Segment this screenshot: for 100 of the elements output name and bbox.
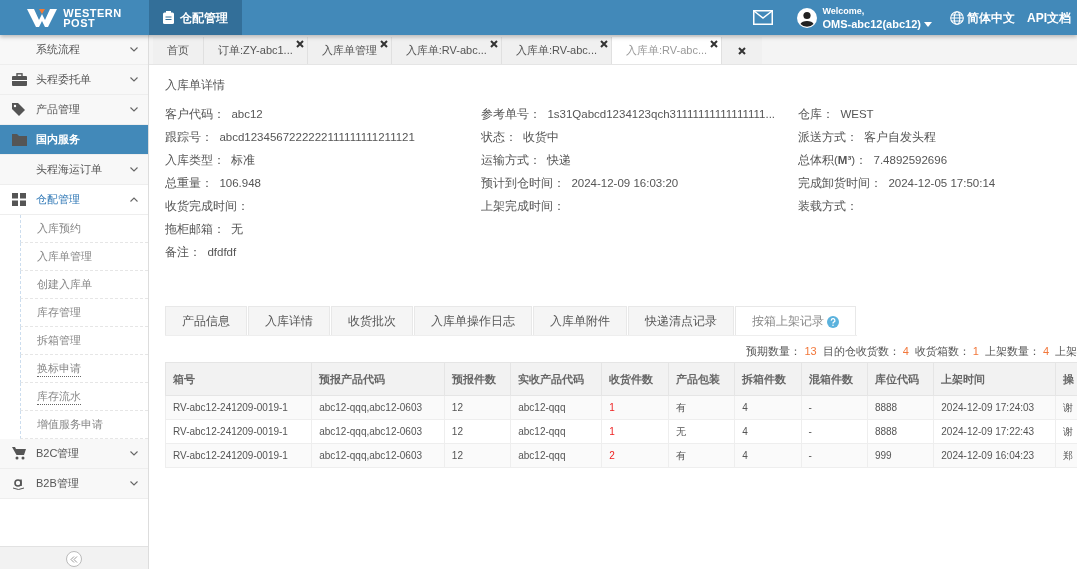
page-tab[interactable]: 入库单:RV-abc...	[501, 37, 612, 64]
sidebar-item[interactable]: 头程海运订单	[0, 155, 148, 185]
detail-field: 总重量： 106.948	[165, 175, 261, 193]
chevron-down-icon	[130, 47, 138, 52]
column-header: 实收产品代码	[510, 362, 602, 396]
submenu-item[interactable]: 库存管理	[37, 304, 81, 321]
globe-icon	[950, 10, 964, 25]
section-tab[interactable]: 产品信息	[165, 306, 247, 336]
cart-icon	[12, 447, 26, 460]
submenu-item[interactable]: 创建入库单	[37, 276, 92, 293]
double-chevron-left-icon	[70, 555, 78, 563]
detail-field: 备注： dfdfdf	[165, 244, 237, 262]
sidebar-item[interactable]: 系统流程	[0, 35, 148, 65]
column-header: 混箱件数	[801, 362, 868, 396]
sidebar-item[interactable]: B2C管理	[0, 439, 148, 469]
summary-stat: 上架	[1055, 344, 1077, 360]
summary-stat: 上架数量： 4	[984, 344, 1049, 360]
tag-icon	[12, 103, 25, 116]
table-cell: abc12-qqq,abc12-0603	[311, 443, 445, 468]
chevron-down-icon	[130, 167, 138, 172]
table-cell: 8888	[867, 419, 934, 444]
table-cell: abc12-qqq,abc12-0603	[311, 419, 445, 444]
detail-field: 预计到仓时间： 2024-12-09 16:03:20	[481, 175, 679, 193]
chevron-down-icon	[130, 481, 138, 486]
column-header: 库位代码	[867, 362, 934, 396]
chevron-up-icon	[130, 197, 138, 202]
section-tab[interactable]: 快递清点记录	[628, 306, 734, 336]
summary-stat: 预期数量： 13	[746, 344, 817, 360]
detail-field: 运输方式： 快递	[481, 152, 572, 170]
section-tab[interactable]: 入库详情	[248, 306, 330, 336]
detail-field: 完成卸货时间： 2024-12-05 17:50:14	[798, 175, 996, 193]
column-header: 箱号	[165, 362, 312, 396]
column-header: 产品包装	[668, 362, 735, 396]
table-cell: 无	[668, 419, 735, 444]
language-link[interactable]: 简体中文	[967, 8, 1015, 27]
table-cell: 1	[601, 419, 669, 444]
module-tab[interactable]: 仓配管理	[149, 0, 242, 35]
logo-text: POST	[63, 17, 96, 28]
submenu-item[interactable]: 库存流水	[37, 387, 81, 406]
caret-icon[interactable]	[924, 22, 932, 28]
detail-field: 入库类型： 标准	[165, 152, 256, 170]
table-cell: abc12-qqq,abc12-0603	[311, 395, 445, 420]
close-icon[interactable]	[295, 40, 304, 48]
chevron-down-icon	[130, 451, 138, 456]
detail-field: 拖柜邮箱： 无	[165, 221, 244, 239]
table-cell: 2024-12-09 17:24:03	[933, 395, 1056, 420]
submenu-item[interactable]: 拆箱管理	[37, 332, 81, 349]
sidebar-item[interactable]: 头程委托单	[0, 65, 148, 95]
submenu-item[interactable]: 入库预约	[37, 220, 81, 237]
api-docs-link[interactable]: API文档	[1027, 8, 1071, 27]
detail-field: 状态： 收货中	[481, 129, 560, 147]
section-tab[interactable]: 入库单附件	[533, 306, 627, 336]
chevron-down-icon	[130, 107, 138, 112]
page-tab[interactable]: 入库单:RV-abc...	[391, 37, 502, 64]
mail-icon[interactable]	[752, 10, 773, 25]
section-tab[interactable]: 入库单操作日志	[414, 306, 532, 336]
table-cell: abc12-qqq	[510, 395, 602, 420]
close-all-button[interactable]	[722, 37, 763, 64]
table-cell: 2024-12-09 16:04:23	[933, 443, 1056, 468]
column-header: 上架时间	[933, 362, 1056, 396]
close-icon[interactable]	[710, 40, 719, 48]
section-tab[interactable]: 收货批次	[331, 306, 413, 336]
sidebar-item[interactable]: 国内服务	[0, 125, 148, 155]
page-tab[interactable]: 首页	[153, 37, 204, 64]
submenu-item[interactable]: 增值服务申请	[37, 416, 103, 433]
table-cell: abc12-qqq	[510, 419, 602, 444]
column-header: 收货件数	[601, 362, 669, 396]
column-header: 操	[1055, 362, 1077, 396]
smile-a-icon	[12, 476, 25, 491]
sidebar-item[interactable]: 产品管理	[0, 95, 148, 125]
table-cell: 2024-12-09 17:22:43	[933, 419, 1056, 444]
detail-field: 派送方式： 客户自发头程	[798, 129, 937, 147]
briefcase-icon	[12, 73, 27, 86]
table-cell: -	[801, 419, 868, 444]
detail-field: 装载方式：	[798, 198, 858, 216]
detail-field: 跟踪号： abcd1234567222222111111111211121	[165, 129, 415, 147]
close-icon	[738, 47, 747, 56]
folder-icon	[12, 133, 27, 146]
submenu-item[interactable]: 换标申请	[37, 359, 81, 378]
sidebar-item[interactable]: B2B管理	[0, 469, 148, 499]
summary-stat: 目的仓收货数： 4	[822, 344, 909, 360]
logo-text: WESTERN	[63, 7, 122, 18]
avatar-icon[interactable]	[796, 7, 817, 28]
column-header: 拆箱件数	[734, 362, 802, 396]
close-icon[interactable]	[489, 40, 498, 48]
grid-icon	[12, 193, 26, 206]
table-cell: 4	[734, 419, 802, 444]
submenu-item[interactable]: 入库单管理	[37, 248, 92, 265]
section-tab[interactable]: 按箱上架记录	[735, 306, 856, 336]
detail-field: 上架完成时间：	[481, 198, 565, 216]
column-header: 预报产品代码	[311, 362, 445, 396]
logo-icon	[27, 8, 58, 27]
user-menu[interactable]: Welcome, OMS-abc12(abc12)	[822, 4, 932, 31]
close-icon[interactable]	[600, 40, 608, 48]
clipboard-icon	[163, 11, 174, 24]
detail-field: 收货完成时间：	[165, 198, 249, 216]
page-tab[interactable]: 入库单管理	[307, 37, 392, 64]
close-icon[interactable]	[379, 40, 388, 48]
page-tab[interactable]: 订单:ZY-abc1...	[204, 37, 308, 64]
column-header: 预报件数	[444, 362, 511, 396]
